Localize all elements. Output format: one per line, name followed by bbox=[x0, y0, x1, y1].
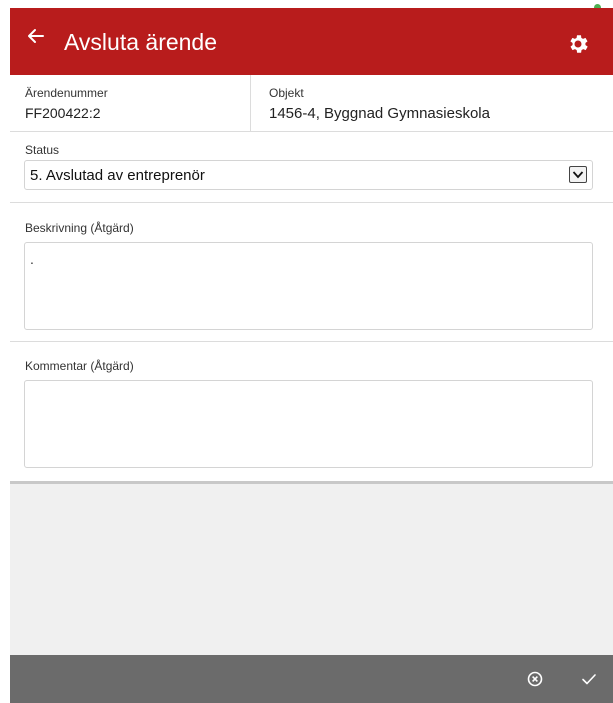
comment-textarea[interactable] bbox=[24, 380, 593, 468]
arrow-left-icon bbox=[28, 29, 44, 43]
status-section: Status 5. Avslutad av entreprenör bbox=[10, 132, 613, 203]
status-select[interactable]: 5. Avslutad av entreprenör bbox=[24, 160, 593, 190]
case-number-cell: Ärendenummer FF200422:2 bbox=[10, 75, 251, 131]
case-number-label: Ärendenummer bbox=[25, 86, 108, 100]
action-bar bbox=[10, 655, 613, 703]
confirm-button[interactable] bbox=[579, 669, 599, 689]
status-label: Status bbox=[25, 143, 60, 157]
object-label: Objekt bbox=[269, 86, 304, 100]
gear-icon bbox=[570, 35, 588, 53]
comment-section: Kommentar (Åtgärd) bbox=[10, 342, 613, 481]
case-info-row: Ärendenummer FF200422:2 Objekt 1456-4, B… bbox=[10, 75, 613, 132]
app-window: Avsluta ärende Ärendenummer FF200422:2 O… bbox=[0, 0, 613, 703]
comment-label: Kommentar (Åtgärd) bbox=[25, 359, 134, 373]
form-content: Ärendenummer FF200422:2 Objekt 1456-4, B… bbox=[10, 75, 613, 481]
back-button[interactable] bbox=[24, 24, 48, 48]
cancel-button[interactable] bbox=[525, 669, 545, 689]
object-value: 1456-4, Byggnad Gymnasieskola bbox=[269, 105, 490, 122]
status-dropdown-button[interactable] bbox=[569, 166, 587, 183]
description-value: . bbox=[30, 251, 34, 267]
object-cell: Objekt 1456-4, Byggnad Gymnasieskola bbox=[251, 75, 613, 131]
description-section: Beskrivning (Åtgärd) . bbox=[10, 203, 613, 342]
page-title: Avsluta ärende bbox=[64, 29, 218, 55]
settings-button[interactable] bbox=[566, 32, 590, 56]
description-label: Beskrivning (Åtgärd) bbox=[25, 221, 134, 235]
checkmark-icon bbox=[582, 674, 596, 685]
circle-x-icon bbox=[527, 671, 543, 687]
chevron-down-icon bbox=[572, 171, 584, 179]
status-selected-value: 5. Avslutad av entreprenör bbox=[30, 167, 205, 184]
empty-area bbox=[10, 484, 613, 655]
title-bar: Avsluta ärende bbox=[10, 8, 613, 75]
description-textarea[interactable]: . bbox=[24, 242, 593, 330]
case-number-value: FF200422:2 bbox=[25, 105, 101, 121]
